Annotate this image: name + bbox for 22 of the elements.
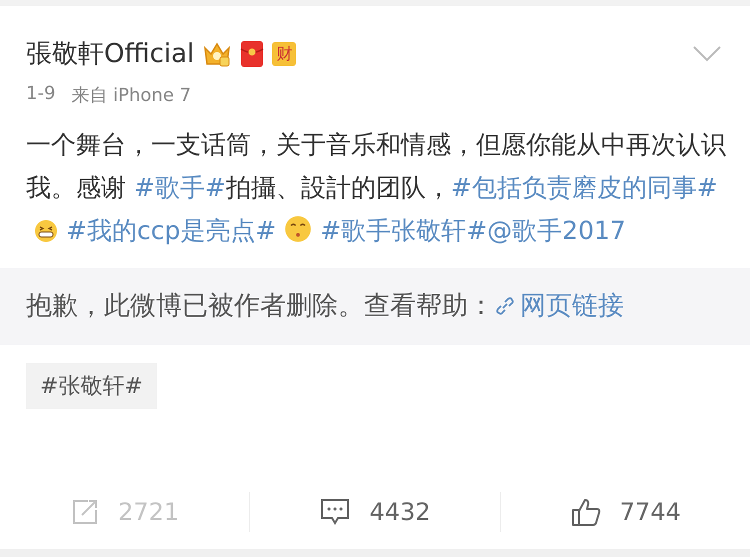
post-date: 1-9 [26, 83, 56, 106]
web-link[interactable]: 网页链接 [494, 288, 624, 323]
comment-icon [319, 497, 352, 527]
kissing-emoji-icon [284, 215, 312, 243]
deleted-notice: 抱歉，此微博已被作者删除。查看帮助： [26, 290, 494, 323]
author-name[interactable]: 張敬軒Official [26, 36, 194, 71]
chevron-down-icon[interactable] [692, 44, 722, 62]
topic-link[interactable]: #包括负责磨皮的同事# [450, 173, 718, 202]
envelope-icon [240, 40, 264, 68]
topic-link[interactable]: #歌手张敬轩# [320, 216, 488, 245]
post-source: 来自 iPhone 7 [71, 84, 192, 107]
comment-button[interactable]: 4432 [250, 497, 500, 527]
grinning-emoji-icon [34, 219, 58, 243]
topic-link[interactable]: #歌手# [134, 173, 226, 202]
topic-tag[interactable]: #张敬轩# [26, 363, 157, 409]
fortune-badge: 财 [272, 42, 296, 66]
like-button[interactable]: 7744 [500, 496, 750, 528]
thumbs-up-icon [570, 496, 602, 528]
topic-link[interactable]: #我的ccp是亮点# [66, 216, 276, 245]
link-icon [494, 294, 516, 316]
post-text: 一个舞台，一支话筒，关于音乐和情感，但愿你能从中再次认识我。感谢 #歌手#拍攝、設計的团队，#包括负责磨皮的同事# #我的ccp是亮点# #歌手张敬轩#@歌手2017 [25, 129, 727, 247]
topic-link[interactable]: @歌手2017 [487, 216, 626, 245]
